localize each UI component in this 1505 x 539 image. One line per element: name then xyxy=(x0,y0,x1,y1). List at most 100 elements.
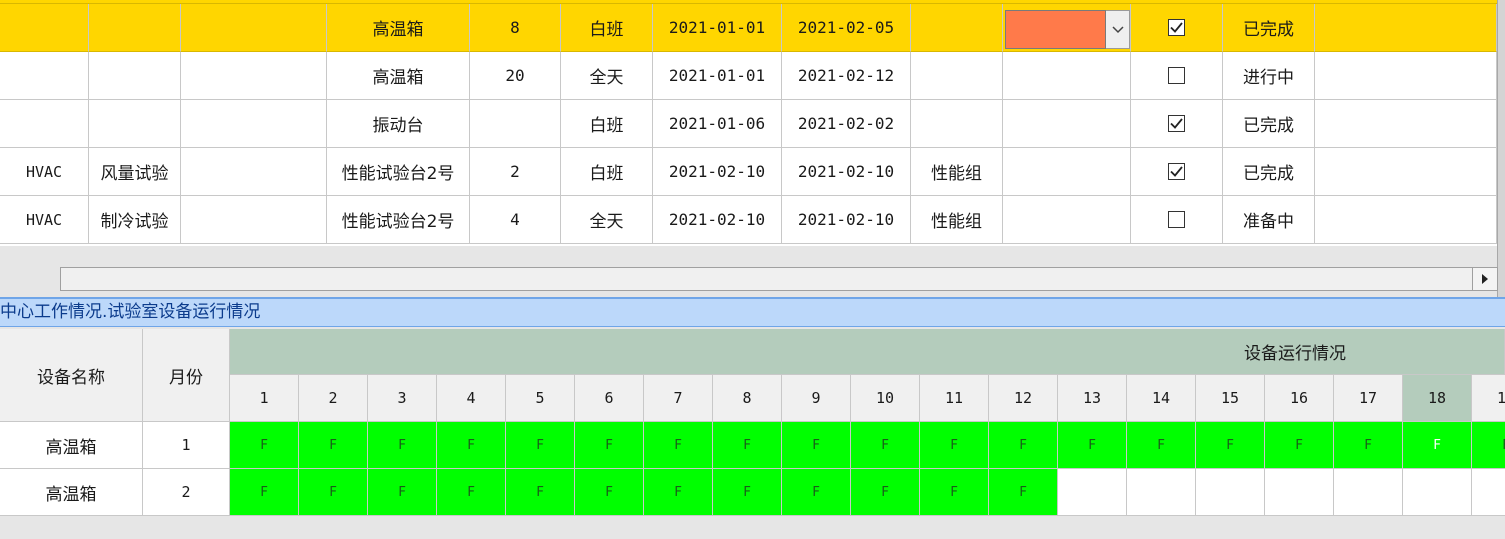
run-mark-cell[interactable]: F xyxy=(299,469,368,516)
run-mark-cell[interactable]: F xyxy=(437,422,506,469)
run-mark-cell[interactable]: F xyxy=(851,469,920,516)
empty-day-cell[interactable] xyxy=(1196,469,1265,516)
combo-cell[interactable] xyxy=(1003,4,1131,52)
table-row[interactable]: HVAC 制冷试验 性能试验台2号 4 全天 2021-02-10 2021-02-10 性能… xyxy=(0,196,1497,244)
start-date-cell[interactable]: 2021-02-10 xyxy=(653,148,782,196)
day-header[interactable]: 14 xyxy=(1127,375,1196,422)
run-mark-cell[interactable]: F xyxy=(1058,422,1127,469)
device-name-cell[interactable]: 高温箱 xyxy=(0,422,143,469)
group-cell[interactable]: 性能组 xyxy=(911,148,1003,196)
empty-day-cell[interactable] xyxy=(1472,469,1505,516)
checkbox-cell[interactable] xyxy=(1131,4,1223,52)
status-cell[interactable]: 进行中 xyxy=(1223,52,1315,100)
combo-cell[interactable] xyxy=(1003,196,1131,244)
run-mark-cell[interactable]: F xyxy=(1265,422,1334,469)
table-row[interactable]: 高温箱 8 白班 2021-01-01 2021-02-05 已完成 xyxy=(0,4,1497,52)
system-cell[interactable] xyxy=(0,52,89,100)
system-cell[interactable] xyxy=(0,100,89,148)
month-cell[interactable]: 1 xyxy=(143,422,230,469)
empty-day-cell[interactable] xyxy=(1403,469,1472,516)
day-header[interactable]: 2 xyxy=(299,375,368,422)
day-header[interactable]: 19 xyxy=(1472,375,1505,422)
run-mark-cell[interactable]: F xyxy=(230,469,299,516)
start-date-cell[interactable]: 2021-01-01 xyxy=(653,4,782,52)
system-cell[interactable]: HVAC xyxy=(0,196,89,244)
shift-cell[interactable]: 白班 xyxy=(561,148,653,196)
day-header[interactable]: 13 xyxy=(1058,375,1127,422)
completed-checkbox[interactable] xyxy=(1168,67,1185,84)
scroll-right-button[interactable] xyxy=(1472,268,1497,290)
run-mark-cell[interactable]: F xyxy=(1334,422,1403,469)
run-mark-cell[interactable]: F xyxy=(230,422,299,469)
run-mark-cell[interactable]: F xyxy=(644,469,713,516)
table-row[interactable]: HVAC 风量试验 性能试验台2号 2 白班 2021-02-10 2021-02-10 性能… xyxy=(0,148,1497,196)
blank-cell[interactable] xyxy=(181,196,327,244)
end-date-cell[interactable]: 2021-02-10 xyxy=(782,196,911,244)
test-item-cell[interactable] xyxy=(89,100,181,148)
combo-value-box[interactable] xyxy=(1005,10,1106,49)
end-date-cell[interactable]: 2021-02-02 xyxy=(782,100,911,148)
run-mark-cell[interactable]: F xyxy=(506,469,575,516)
device-cell[interactable]: 性能试验台2号 xyxy=(327,148,470,196)
day-header[interactable]: 15 xyxy=(1196,375,1265,422)
run-mark-cell[interactable]: F xyxy=(575,469,644,516)
run-mark-cell[interactable]: F xyxy=(989,469,1058,516)
empty-day-cell[interactable] xyxy=(1334,469,1403,516)
run-mark-cell[interactable]: F xyxy=(989,422,1058,469)
combo-cell[interactable] xyxy=(1003,148,1131,196)
combo-cell[interactable] xyxy=(1003,100,1131,148)
empty-day-cell[interactable] xyxy=(1058,469,1127,516)
test-item-cell[interactable]: 风量试验 xyxy=(89,148,181,196)
day-header[interactable]: 11 xyxy=(920,375,989,422)
table-row[interactable]: 高温箱 20 全天 2021-01-01 2021-02-12 进行中 xyxy=(0,52,1497,100)
status-cell[interactable]: 已完成 xyxy=(1223,4,1315,52)
status-cell[interactable]: 准备中 xyxy=(1223,196,1315,244)
quantity-cell[interactable]: 8 xyxy=(470,4,561,52)
day-header[interactable]: 8 xyxy=(713,375,782,422)
run-mark-cell[interactable]: F xyxy=(920,469,989,516)
shift-cell[interactable]: 全天 xyxy=(561,196,653,244)
run-mark-cell[interactable]: F xyxy=(1403,422,1472,469)
day-header[interactable]: 16 xyxy=(1265,375,1334,422)
system-cell[interactable]: HVAC xyxy=(0,148,89,196)
shift-cell[interactable]: 白班 xyxy=(561,4,653,52)
day-header[interactable]: 17 xyxy=(1334,375,1403,422)
blank-cell[interactable] xyxy=(181,100,327,148)
completed-checkbox[interactable] xyxy=(1168,115,1185,132)
combo-dropdown-button[interactable] xyxy=(1106,10,1130,49)
day-header[interactable]: 1 xyxy=(230,375,299,422)
checkbox-cell[interactable] xyxy=(1131,100,1223,148)
day-header[interactable]: 12 xyxy=(989,375,1058,422)
run-mark-cell[interactable]: F xyxy=(851,422,920,469)
run-mark-cell[interactable]: F xyxy=(575,422,644,469)
group-cell[interactable] xyxy=(911,100,1003,148)
end-date-cell[interactable]: 2021-02-10 xyxy=(782,148,911,196)
day-header[interactable]: 9 xyxy=(782,375,851,422)
run-mark-cell[interactable]: F xyxy=(368,422,437,469)
run-mark-cell[interactable]: F xyxy=(920,422,989,469)
group-cell[interactable] xyxy=(911,4,1003,52)
run-mark-cell[interactable]: F xyxy=(437,469,506,516)
test-item-cell[interactable] xyxy=(89,4,181,52)
start-date-cell[interactable]: 2021-02-10 xyxy=(653,196,782,244)
run-mark-cell[interactable]: F xyxy=(1472,422,1505,469)
device-cell[interactable]: 高温箱 xyxy=(327,52,470,100)
quantity-cell[interactable] xyxy=(470,100,561,148)
group-cell[interactable]: 性能组 xyxy=(911,196,1003,244)
completed-checkbox[interactable] xyxy=(1168,19,1185,36)
vertical-scrollbar[interactable] xyxy=(1497,0,1505,300)
combo-cell[interactable] xyxy=(1003,52,1131,100)
run-mark-cell[interactable]: F xyxy=(644,422,713,469)
run-mark-cell[interactable]: F xyxy=(1196,422,1265,469)
shift-cell[interactable]: 全天 xyxy=(561,52,653,100)
test-item-cell[interactable]: 制冷试验 xyxy=(89,196,181,244)
group-cell[interactable] xyxy=(911,52,1003,100)
day-header[interactable]: 10 xyxy=(851,375,920,422)
day-header[interactable]: 7 xyxy=(644,375,713,422)
run-mark-cell[interactable]: F xyxy=(1127,422,1196,469)
quantity-cell[interactable]: 4 xyxy=(470,196,561,244)
blank-cell[interactable] xyxy=(181,4,327,52)
day-header[interactable]: 6 xyxy=(575,375,644,422)
day-header[interactable]: 18 xyxy=(1403,375,1472,422)
checkbox-cell[interactable] xyxy=(1131,148,1223,196)
